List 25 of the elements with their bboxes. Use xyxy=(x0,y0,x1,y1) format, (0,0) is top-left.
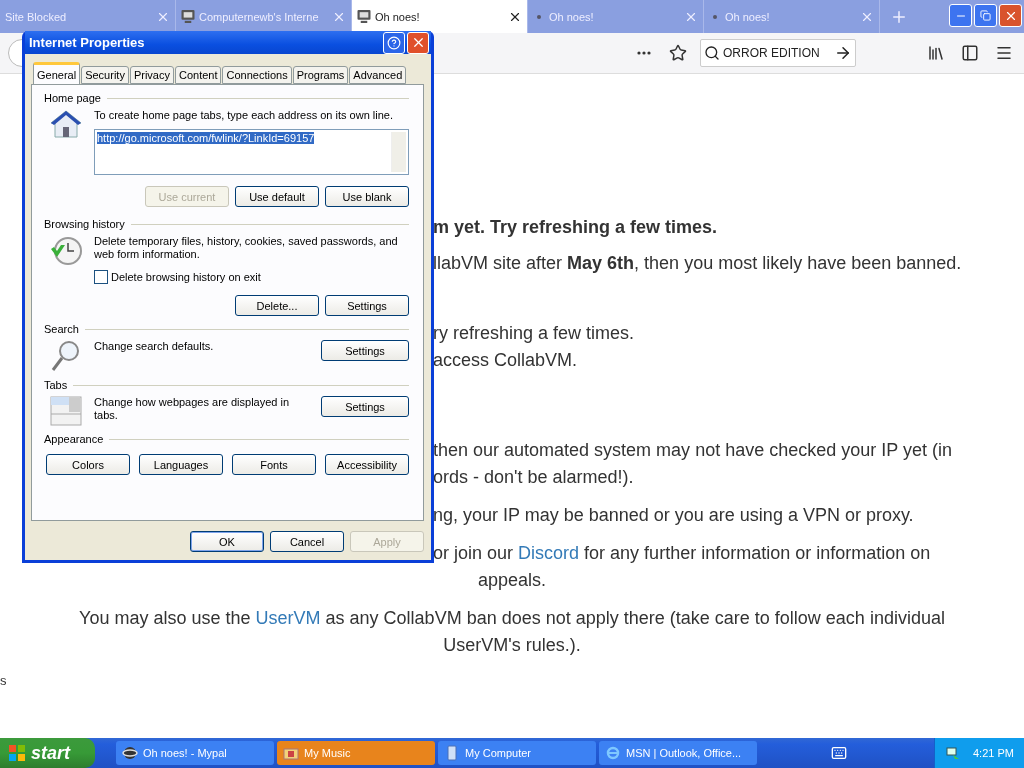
section-heading: Appearance xyxy=(44,433,104,445)
section-heading: Tabs xyxy=(44,379,68,391)
page-text: m yet. Try refreshing a few times. xyxy=(433,216,718,239)
page-text: then our automated system may not have checked your IP yet (in xyxy=(433,439,952,462)
dialog-title: Internet Properties xyxy=(29,35,146,50)
page-text: access CollabVM. xyxy=(433,349,578,372)
description-text: Delete temporary files, history, cookies, saved passwords, and web form information. xyxy=(94,235,399,261)
section-heading: Browsing history xyxy=(44,218,125,230)
page-text: llabVM site after May 6th, then you most likely have been banned. xyxy=(433,252,962,275)
page-text: or join our xyxy=(433,543,514,563)
page-text: s xyxy=(0,672,7,690)
page-text: appeals. xyxy=(477,569,547,592)
page-text: for any further information or information on xyxy=(584,543,931,563)
page-text: ng, your IP may be banned or you are using a VPN or proxy. xyxy=(433,504,914,527)
page-text: You may also use the xyxy=(79,608,251,628)
page-text: UserVM's rules.). xyxy=(443,634,581,657)
description-text: To create home page tabs, type each address on its own line. xyxy=(94,109,394,122)
clock-text: 4:21 PM xyxy=(973,747,1014,759)
page-text: ry refreshing a few times. xyxy=(433,322,635,345)
page-text: ords - don't be alarmed!). xyxy=(433,466,634,489)
section-heading: Search xyxy=(44,323,79,335)
section-heading: Home page xyxy=(44,92,101,104)
description-text: Change how webpages are displayed in tabs. xyxy=(94,396,291,422)
page-text: as any CollabVM ban does not apply there (take care to follow each individual xyxy=(325,608,945,628)
description-text: Change search defaults. xyxy=(94,340,215,353)
